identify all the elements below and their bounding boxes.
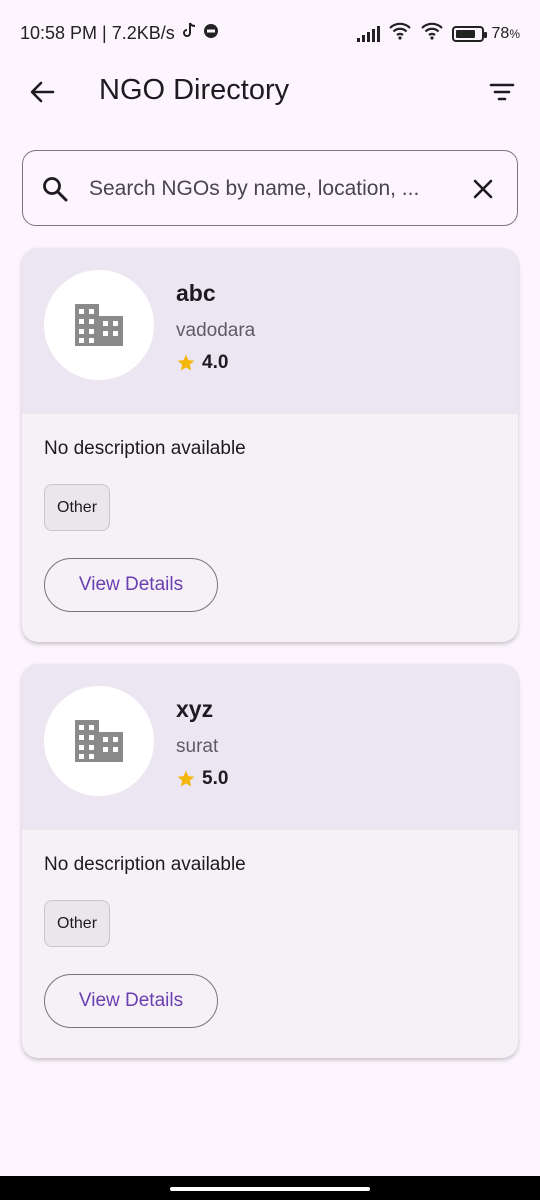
ngo-location: surat xyxy=(176,736,219,757)
back-button[interactable] xyxy=(22,72,62,112)
notification-icon xyxy=(203,23,219,44)
rating-value: 5.0 xyxy=(202,768,229,789)
page-title: NGO Directory xyxy=(99,74,290,106)
ngo-description: No description available xyxy=(44,854,246,875)
status-left: 10:58 PM | 7.2KB/s xyxy=(20,22,219,45)
rating-value: 4.0 xyxy=(202,352,229,373)
ngo-location: vadodara xyxy=(176,320,256,341)
ngo-rating: 5.0 xyxy=(176,768,228,790)
filter-button[interactable] xyxy=(482,72,522,112)
star-icon xyxy=(177,354,195,371)
system-navigation-bar xyxy=(0,1176,540,1200)
wifi-icon xyxy=(388,22,412,45)
filter-list-icon xyxy=(489,83,515,101)
search-icon xyxy=(43,177,68,202)
screen: 10:58 PM | 7.2KB/s 78% NGO Directory Sea… xyxy=(0,0,540,1200)
ngo-description: No description available xyxy=(44,438,246,459)
clear-search-button[interactable] xyxy=(467,173,499,205)
arrow-back-icon xyxy=(30,81,55,103)
ngo-name: abc xyxy=(176,280,216,306)
battery-icon xyxy=(451,25,487,42)
star-icon xyxy=(177,770,195,787)
ngo-card[interactable]: xyz surat 5.0 No description available O… xyxy=(22,664,518,1058)
tiktok-icon xyxy=(181,22,197,45)
status-time-speed: 10:58 PM | 7.2KB/s xyxy=(20,23,175,43)
ngo-avatar xyxy=(44,270,154,380)
search-bar[interactable] xyxy=(22,150,518,226)
category-chip[interactable]: Other xyxy=(44,900,111,947)
category-chip[interactable]: Other xyxy=(44,484,111,531)
ngo-card[interactable]: abc vadodara 4.0 No description availabl… xyxy=(22,248,518,642)
view-details-button[interactable]: View Details xyxy=(44,974,218,1028)
ngo-rating: 4.0 xyxy=(176,352,228,374)
view-details-button[interactable]: View Details xyxy=(44,558,218,612)
ngo-avatar xyxy=(44,686,154,796)
status-right: 78% xyxy=(356,22,520,45)
ngo-card-header: abc vadodara 4.0 xyxy=(22,248,518,414)
signal-icon xyxy=(356,25,380,42)
app-bar: NGO Directory xyxy=(0,64,540,120)
home-gesture-handle[interactable] xyxy=(170,1187,370,1191)
battery-fill xyxy=(455,29,475,38)
wifi-icon-secondary xyxy=(420,22,444,45)
ngo-card-header: xyz surat 5.0 xyxy=(22,664,518,830)
business-icon xyxy=(75,304,123,346)
business-icon xyxy=(75,720,123,762)
close-icon xyxy=(473,179,493,199)
ngo-name: xyz xyxy=(176,696,214,722)
search-input[interactable] xyxy=(89,171,451,207)
status-bar: 10:58 PM | 7.2KB/s 78% xyxy=(0,0,540,64)
battery-percent: 78% xyxy=(491,24,520,42)
